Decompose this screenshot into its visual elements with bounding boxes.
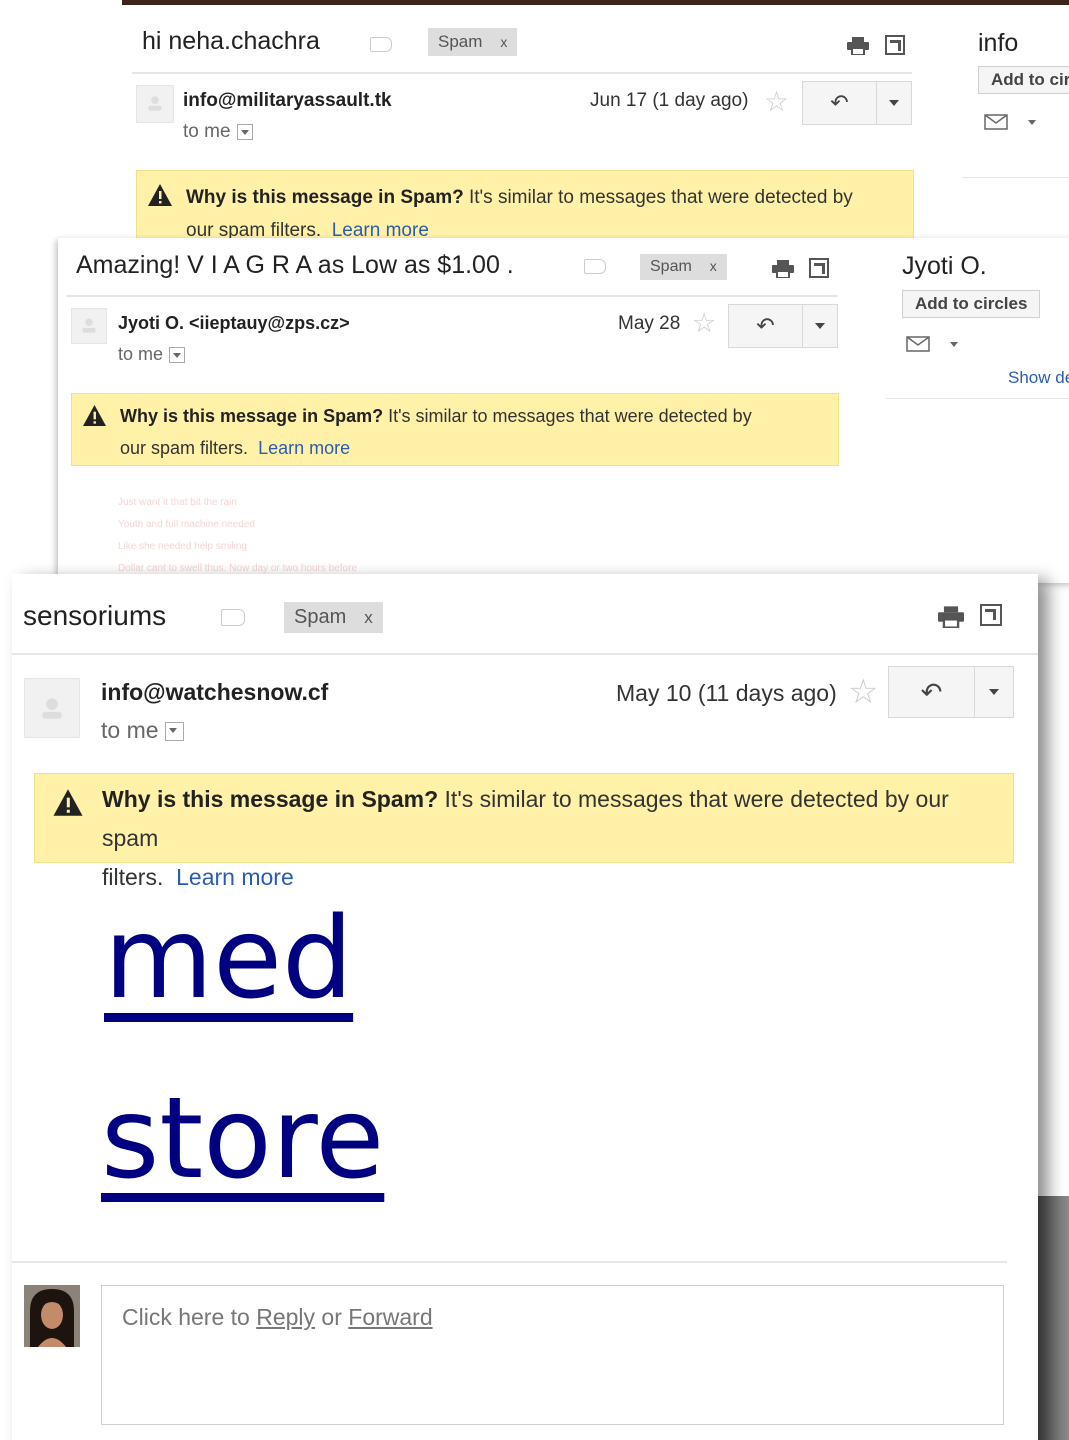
recipient-line[interactable]: to me	[118, 344, 186, 365]
reply-arrow-icon[interactable]: ↶	[889, 667, 975, 717]
spam-warning-banner: Why is this message in Spam? It's simila…	[71, 393, 839, 466]
spam-label[interactable]: Spam x	[284, 602, 383, 633]
print-icon[interactable]	[772, 260, 794, 278]
spam-label[interactable]: Spam x	[428, 28, 518, 56]
warning-triangle-icon	[53, 789, 83, 816]
mail-icon[interactable]	[906, 335, 966, 353]
avatar-placeholder-icon	[71, 308, 107, 344]
popout-icon[interactable]	[885, 35, 905, 55]
learn-more-link[interactable]: Learn more	[258, 438, 350, 458]
contact-name[interactable]: Jyoti O.	[902, 252, 987, 281]
reply-link[interactable]: Reply	[256, 1304, 315, 1330]
spam-label-remove[interactable]: x	[364, 608, 373, 627]
spam-warning-text: Why is this message in Spam? It's simila…	[102, 780, 1007, 897]
recipient-line[interactable]: to me	[183, 121, 253, 143]
email-subject: sensoriums	[23, 600, 167, 631]
star-icon[interactable]: ☆	[692, 308, 716, 339]
add-to-circles-button[interactable]: Add to circles	[978, 66, 1069, 94]
email-date: May 28	[618, 313, 681, 334]
label-icon[interactable]	[584, 259, 606, 274]
recipient-line[interactable]: to me	[101, 717, 184, 744]
email-card-2: Amazing! V I A G R A as Low as $1.00 . S…	[58, 238, 1069, 583]
header-divider	[132, 72, 912, 74]
email-subject: Amazing! V I A G R A as Low as $1.00 .	[76, 251, 514, 279]
star-icon[interactable]: ☆	[848, 672, 878, 712]
dropdown-arrow-icon[interactable]	[803, 305, 837, 347]
print-icon[interactable]	[938, 606, 964, 628]
print-icon[interactable]	[847, 37, 869, 55]
reply-button-group: ↶	[802, 81, 912, 125]
avatar-placeholder-icon	[136, 85, 174, 123]
avatar-placeholder-icon	[24, 678, 80, 738]
reply-box[interactable]: Click here to Reply or Forward	[101, 1285, 1004, 1425]
add-to-circles-button[interactable]: Add to circles	[902, 290, 1040, 318]
sender-name[interactable]: Jyoti O. <iieptauy@zps.cz>	[118, 313, 350, 334]
popout-icon[interactable]	[980, 604, 1002, 626]
user-photo-icon	[24, 1285, 80, 1347]
recipient-text: to me	[118, 344, 164, 364]
label-icon[interactable]	[370, 37, 392, 52]
spam-label[interactable]: Spam x	[640, 254, 727, 280]
sender-name[interactable]: info@watchesnow.cf	[101, 679, 328, 706]
spam-warning-banner: Why is this message in Spam? It's simila…	[34, 773, 1014, 890]
email-card-3: sensoriums Spam x info@watchesnow.cf to m…	[12, 574, 1038, 1440]
reply-arrow-icon[interactable]: ↶	[803, 82, 877, 124]
reply-button-group: ↶	[728, 304, 838, 348]
warning-triangle-icon	[148, 184, 172, 206]
details-dropdown-icon[interactable]	[169, 347, 186, 364]
dropdown-arrow-icon[interactable]	[975, 667, 1013, 717]
spam-warning-line2: filters.	[102, 864, 164, 890]
warning-triangle-icon	[83, 404, 106, 427]
spam-label-text: Spam	[438, 32, 483, 51]
faded-body-line: Like she needed help smiling	[118, 541, 247, 552]
recipient-text: to me	[183, 121, 231, 142]
body-link-med[interactable]: med	[104, 894, 353, 1024]
contact-name[interactable]: info	[978, 29, 1018, 58]
mail-icon[interactable]	[984, 113, 1044, 131]
show-details-link[interactable]: Show details	[1008, 368, 1069, 388]
email-subject: hi neha.chachra	[142, 27, 320, 55]
spam-warning-text: Why is this message in Spam? It's simila…	[120, 400, 835, 464]
spam-warning-line1: It's similar to messages that were detec…	[468, 187, 853, 208]
spam-label-text: Spam	[650, 258, 692, 275]
header-divider	[12, 653, 1038, 655]
spam-warning-line1: It's similar to messages that were detec…	[388, 406, 752, 426]
faded-body-line: Just want it that bit the rain	[118, 497, 237, 508]
header-divider	[66, 295, 838, 297]
popout-icon[interactable]	[809, 258, 829, 278]
learn-more-link[interactable]: Learn more	[176, 864, 294, 890]
dropdown-arrow-icon[interactable]	[877, 82, 911, 124]
sidebar-divider	[886, 398, 1069, 399]
spam-label-remove[interactable]: x	[710, 258, 717, 274]
faded-body-line: Dollar cant to swell thus. Now day or tw…	[118, 563, 357, 574]
email-date: Jun 17 (1 day ago)	[590, 90, 749, 111]
reply-prompt: Click here to Reply or Forward	[122, 1304, 433, 1331]
spam-warning-title: Why is this message in Spam?	[120, 406, 384, 426]
email-card-1: hi neha.chachra Spam x info@militaryassau…	[122, 0, 1069, 250]
recipient-text: to me	[101, 717, 159, 743]
spam-warning-title: Why is this message in Spam?	[186, 187, 464, 208]
forward-link[interactable]: Forward	[348, 1304, 432, 1330]
reply-arrow-icon[interactable]: ↶	[729, 305, 803, 347]
spam-warning-line2: our spam filters.	[120, 438, 249, 458]
spam-label-text: Spam	[294, 606, 347, 628]
sidebar-divider	[962, 177, 1069, 178]
star-icon[interactable]: ☆	[764, 85, 789, 118]
email-date: May 10 (11 days ago)	[616, 680, 837, 706]
faded-body-line: Youth and full machine needed	[118, 519, 255, 530]
reply-button-group: ↶	[888, 666, 1014, 718]
reply-prompt-prefix: Click here to	[122, 1304, 250, 1330]
reply-divider	[12, 1261, 1007, 1263]
spam-warning-title: Why is this message in Spam?	[102, 786, 439, 812]
reply-prompt-or: or	[321, 1304, 342, 1330]
details-dropdown-icon[interactable]	[164, 722, 184, 742]
label-icon[interactable]	[221, 609, 245, 626]
spam-label-remove[interactable]: x	[500, 34, 507, 50]
sender-name[interactable]: info@militaryassault.tk	[183, 90, 392, 112]
background-shadow	[1038, 1196, 1069, 1440]
body-link-store[interactable]: store	[101, 1074, 384, 1204]
details-dropdown-icon[interactable]	[236, 123, 253, 140]
